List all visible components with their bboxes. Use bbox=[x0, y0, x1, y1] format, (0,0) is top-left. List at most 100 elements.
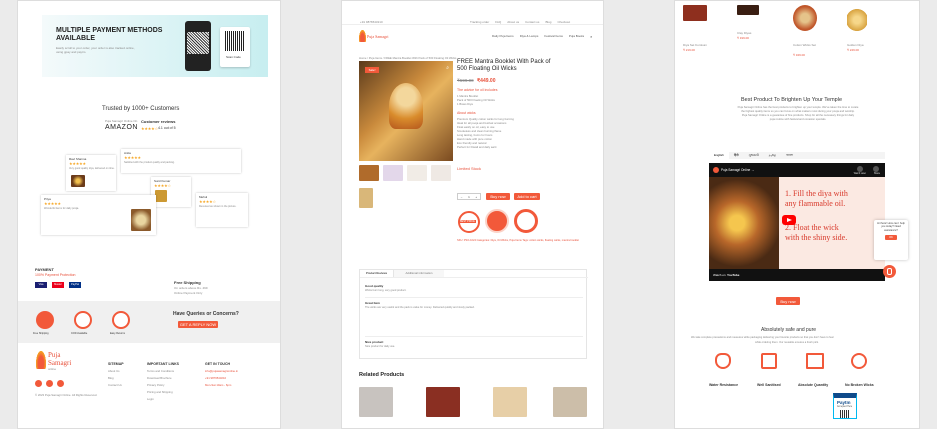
thumbnail[interactable] bbox=[359, 165, 379, 181]
tab-reviews[interactable]: Product Reviews bbox=[360, 270, 394, 277]
footer-link[interactable]: Contact Us bbox=[108, 383, 124, 387]
footer-link[interactable]: About Us bbox=[108, 369, 124, 373]
lang-tab[interactable]: বাংলা bbox=[781, 152, 798, 159]
minus-icon[interactable]: − bbox=[461, 195, 463, 199]
lang-tab[interactable]: हिंदी bbox=[729, 152, 744, 159]
about-list: Premium Quality cotton wicks for long bu… bbox=[457, 117, 514, 149]
chat-ok-button[interactable]: OK bbox=[885, 235, 897, 241]
related-product-image[interactable] bbox=[553, 387, 587, 417]
play-button-icon[interactable] bbox=[782, 215, 796, 225]
youtube-icon[interactable] bbox=[57, 380, 64, 387]
footer-brand-1: Puja bbox=[48, 351, 61, 359]
about-item: Perfect for Diwali and daily aarti bbox=[457, 145, 497, 149]
product-card-image[interactable] bbox=[737, 5, 759, 15]
footer-logo-icon bbox=[36, 351, 46, 369]
contact-phone[interactable]: +91 9876543210 bbox=[205, 376, 238, 380]
product-card-image[interactable] bbox=[847, 5, 867, 35]
review-text: Received as shown in the picture. bbox=[199, 205, 237, 208]
footer-link[interactable]: Terms and Conditions bbox=[147, 369, 179, 373]
qr-code-icon bbox=[187, 32, 209, 54]
payment-methods: Visa Master PayPal bbox=[35, 282, 81, 288]
plus-icon[interactable]: + bbox=[475, 195, 477, 199]
site-logo-icon[interactable] bbox=[359, 30, 366, 42]
thumbnail[interactable] bbox=[359, 188, 373, 208]
footer-link[interactable]: Blog bbox=[108, 376, 124, 380]
shipping-line-2: Online Payment Only bbox=[174, 291, 203, 295]
topbar-link[interactable]: Contact us bbox=[525, 20, 539, 24]
product-card-name[interactable]: Golden Diya bbox=[847, 43, 864, 47]
landing-page-panel: Diya Set Kumkum ₹ 219.00 Clay Diyas ₹ 19… bbox=[674, 0, 920, 429]
related-product-image[interactable] bbox=[426, 387, 460, 417]
add-to-cart-button[interactable]: Add to cart bbox=[514, 193, 540, 200]
instagram-icon[interactable] bbox=[46, 380, 53, 387]
zoom-icon[interactable]: ⌕ bbox=[446, 65, 449, 71]
youtube-logo[interactable]: YouTube bbox=[727, 273, 739, 277]
chat-launcher-icon[interactable] bbox=[883, 265, 896, 278]
divider bbox=[365, 336, 583, 337]
lang-tab[interactable]: தமிழ் bbox=[764, 152, 781, 159]
topbar-link[interactable]: Tracking order bbox=[470, 20, 489, 24]
review-card: Priya ★★★★★ Wonderful items for daily po… bbox=[41, 195, 156, 235]
site-logo-text[interactable]: Puja Samagri bbox=[367, 34, 388, 39]
section-text: Puja Samagri Online has the best product… bbox=[687, 106, 909, 122]
buy-now-button[interactable]: Buy now bbox=[776, 297, 800, 305]
nav-item[interactable]: Daily Puja Items bbox=[492, 34, 514, 39]
product-main-image[interactable]: Sale! ⌕ bbox=[359, 61, 453, 161]
search-icon[interactable]: ⌕ bbox=[590, 34, 592, 39]
amazon-logo: AMAZON bbox=[105, 124, 138, 131]
quantity-stepper[interactable]: − 1 + bbox=[457, 193, 481, 200]
product-card-price: ₹ 199.00 bbox=[737, 36, 749, 40]
product-card-image[interactable] bbox=[683, 5, 707, 21]
tab-additional-info[interactable]: Additional information bbox=[394, 270, 444, 277]
video-frame: 1. Fill the diya with any flammable oil.… bbox=[709, 177, 885, 269]
review-stars-icon: ★★★★☆ bbox=[154, 183, 171, 188]
facebook-icon[interactable] bbox=[35, 380, 42, 387]
qr-card: Scan Code bbox=[220, 27, 250, 67]
get-reply-button[interactable]: GET A REPLY NOW bbox=[178, 321, 218, 328]
contact-email[interactable]: info@pujasamagrionline.in bbox=[205, 369, 238, 373]
product-card-name[interactable]: Cotton Wicks Set bbox=[793, 43, 816, 47]
shipping-line-1: On orders above Rs. 499 bbox=[174, 286, 208, 290]
topbar-link[interactable]: Checkout bbox=[557, 20, 570, 24]
review-text: Wonderful items for daily pooja. bbox=[44, 207, 79, 210]
footer-link[interactable]: Privacy Policy bbox=[147, 383, 179, 387]
product-photo bbox=[155, 190, 167, 202]
lang-tab-english[interactable]: English bbox=[709, 152, 729, 159]
footer-col-contact: GET IN TOUCH info@pujasamagrionline.in +… bbox=[205, 362, 238, 387]
video-channel[interactable]: Puja Samagri Online → bbox=[721, 168, 754, 172]
review-heading: Great Item bbox=[365, 301, 380, 305]
related-product-image[interactable] bbox=[359, 387, 393, 417]
watch-on-label[interactable]: Watch on bbox=[713, 273, 726, 277]
share-icon[interactable] bbox=[873, 166, 879, 172]
watch-later-icon[interactable] bbox=[857, 166, 863, 172]
wicks-photo bbox=[131, 209, 151, 231]
footer-link[interactable]: Login bbox=[147, 397, 179, 401]
quantity-value[interactable]: 1 bbox=[468, 195, 470, 199]
topbar-link[interactable]: Blog bbox=[545, 20, 551, 24]
product-card-image[interactable] bbox=[793, 5, 817, 31]
chat-text: Hi there! How can I help you today? Need… bbox=[877, 222, 905, 232]
product-card-name[interactable]: Clay Diyas bbox=[737, 31, 751, 35]
thumbnails bbox=[359, 165, 451, 181]
buy-now-button[interactable]: Buy now bbox=[486, 193, 510, 200]
nav-item[interactable]: Festival Items bbox=[544, 34, 563, 39]
footer-link[interactable]: Pricing and Shipping bbox=[147, 390, 179, 394]
youtube-video[interactable]: Puja Samagri Online → Watch Later Share … bbox=[709, 163, 885, 281]
video-step-1b: any flammable oil. bbox=[785, 199, 846, 208]
thumbnail[interactable] bbox=[407, 165, 427, 181]
diya-photo bbox=[71, 175, 85, 187]
nav-item[interactable]: Diya & Lamps bbox=[520, 34, 539, 39]
related-product-image[interactable] bbox=[493, 387, 527, 417]
product-card-name[interactable]: Diya Set Kumkum bbox=[683, 43, 707, 47]
review-stars-icon: ★★★★☆ bbox=[199, 199, 216, 204]
topbar-link[interactable]: About us bbox=[507, 20, 519, 24]
footer-link[interactable]: Download Brochure bbox=[147, 376, 179, 380]
thumbnail[interactable] bbox=[383, 165, 403, 181]
review-card: Mehul ★★★★☆ Received as shown in the pic… bbox=[196, 193, 248, 227]
nav-item[interactable]: Puja Books bbox=[569, 34, 584, 39]
feature-label: No Broken Wicks bbox=[845, 383, 874, 387]
lang-tab[interactable]: ગુજરાતી bbox=[744, 152, 764, 159]
thumbnail[interactable] bbox=[431, 165, 451, 181]
deity-figure bbox=[389, 83, 423, 129]
topbar-link[interactable]: FAQ bbox=[495, 20, 501, 24]
